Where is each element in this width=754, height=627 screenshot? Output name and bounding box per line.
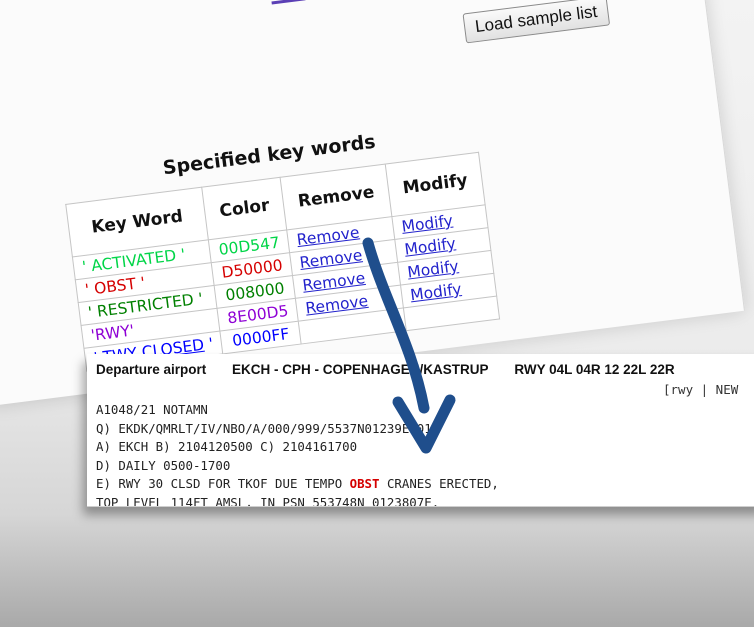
- keyword-table: Specified key words Key Word Color Remov…: [60, 108, 500, 372]
- notam-text-segment: CRANES ERECTED,: [379, 476, 499, 492]
- airport-name: EKCH - CPH - COPENHAGEN/KASTRUP: [232, 362, 489, 377]
- runway-list: RWY 04L 04R 12 22L 22R: [514, 362, 675, 377]
- keyword-quote-close: ': [202, 334, 215, 354]
- keyword-settings-panel: Load sample list Specified key words Key…: [0, 0, 745, 406]
- truncated-link[interactable]: [271, 0, 306, 5]
- highlighted-keyword: OBST: [349, 476, 380, 492]
- notam-line: D) DAILY 0500-1700: [96, 457, 231, 473]
- notam-line: A1048/21 NOTAMN: [96, 402, 208, 417]
- notam-briefing: Departure airport EKCH - CPH - COPENHAGE…: [87, 354, 754, 507]
- notam-line: TOP LEVEL 114FT AMSL, IN PSN 553748N 012…: [96, 494, 440, 507]
- screenshot-scene: Load sample list Specified key words Key…: [0, 0, 754, 627]
- notam-line: Q) EKDK/QMRLT/IV/NBO/A/000/999/5537N0123…: [96, 420, 432, 436]
- departure-airport-label: Departure airport: [96, 362, 207, 377]
- notam-header: Departure airport EKCH - CPH - COPENHAGE…: [96, 362, 697, 377]
- notam-text-segment: E) RWY 30 CLSD FOR TKOF DUE TEMPO: [96, 476, 350, 492]
- notam-tag: [rwy | NEW: [663, 382, 739, 397]
- load-sample-list-button[interactable]: Load sample list: [462, 0, 610, 44]
- notam-line: A) EKCH B) 2104120500 C) 2104161700: [96, 439, 358, 455]
- notam-text: A1048/21 NOTAMN Q) EKDK/QMRLT/IV/NBO/A/0…: [96, 401, 499, 507]
- notam-line-e: E) RWY 30 CLSD FOR TKOF DUE TEMPO OBST C…: [96, 475, 499, 494]
